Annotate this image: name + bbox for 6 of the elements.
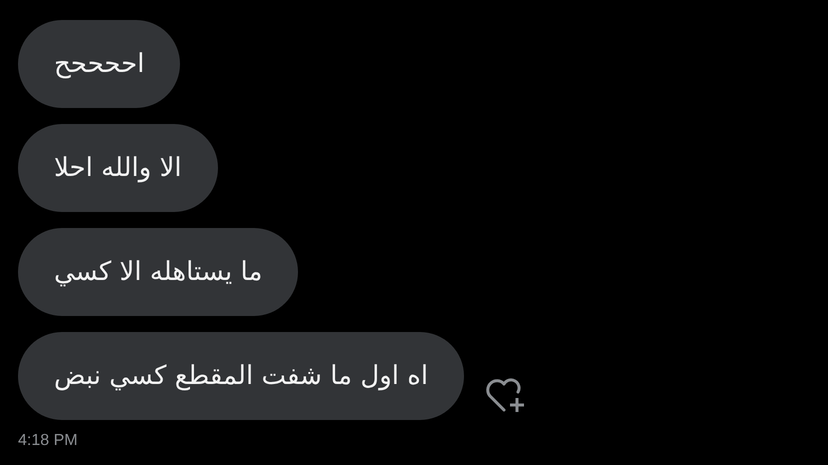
- message-bubble: الا والله احلا: [18, 124, 218, 212]
- message-bubble: ما يستاهله الا كسي: [18, 228, 298, 316]
- message-bubble: اه اول ما شفت المقطع كسي نبض: [18, 332, 464, 420]
- heart-plus-icon[interactable]: [484, 376, 526, 414]
- message-bubble: اححححح: [18, 20, 180, 108]
- timestamp: 4:18 PM: [18, 432, 78, 450]
